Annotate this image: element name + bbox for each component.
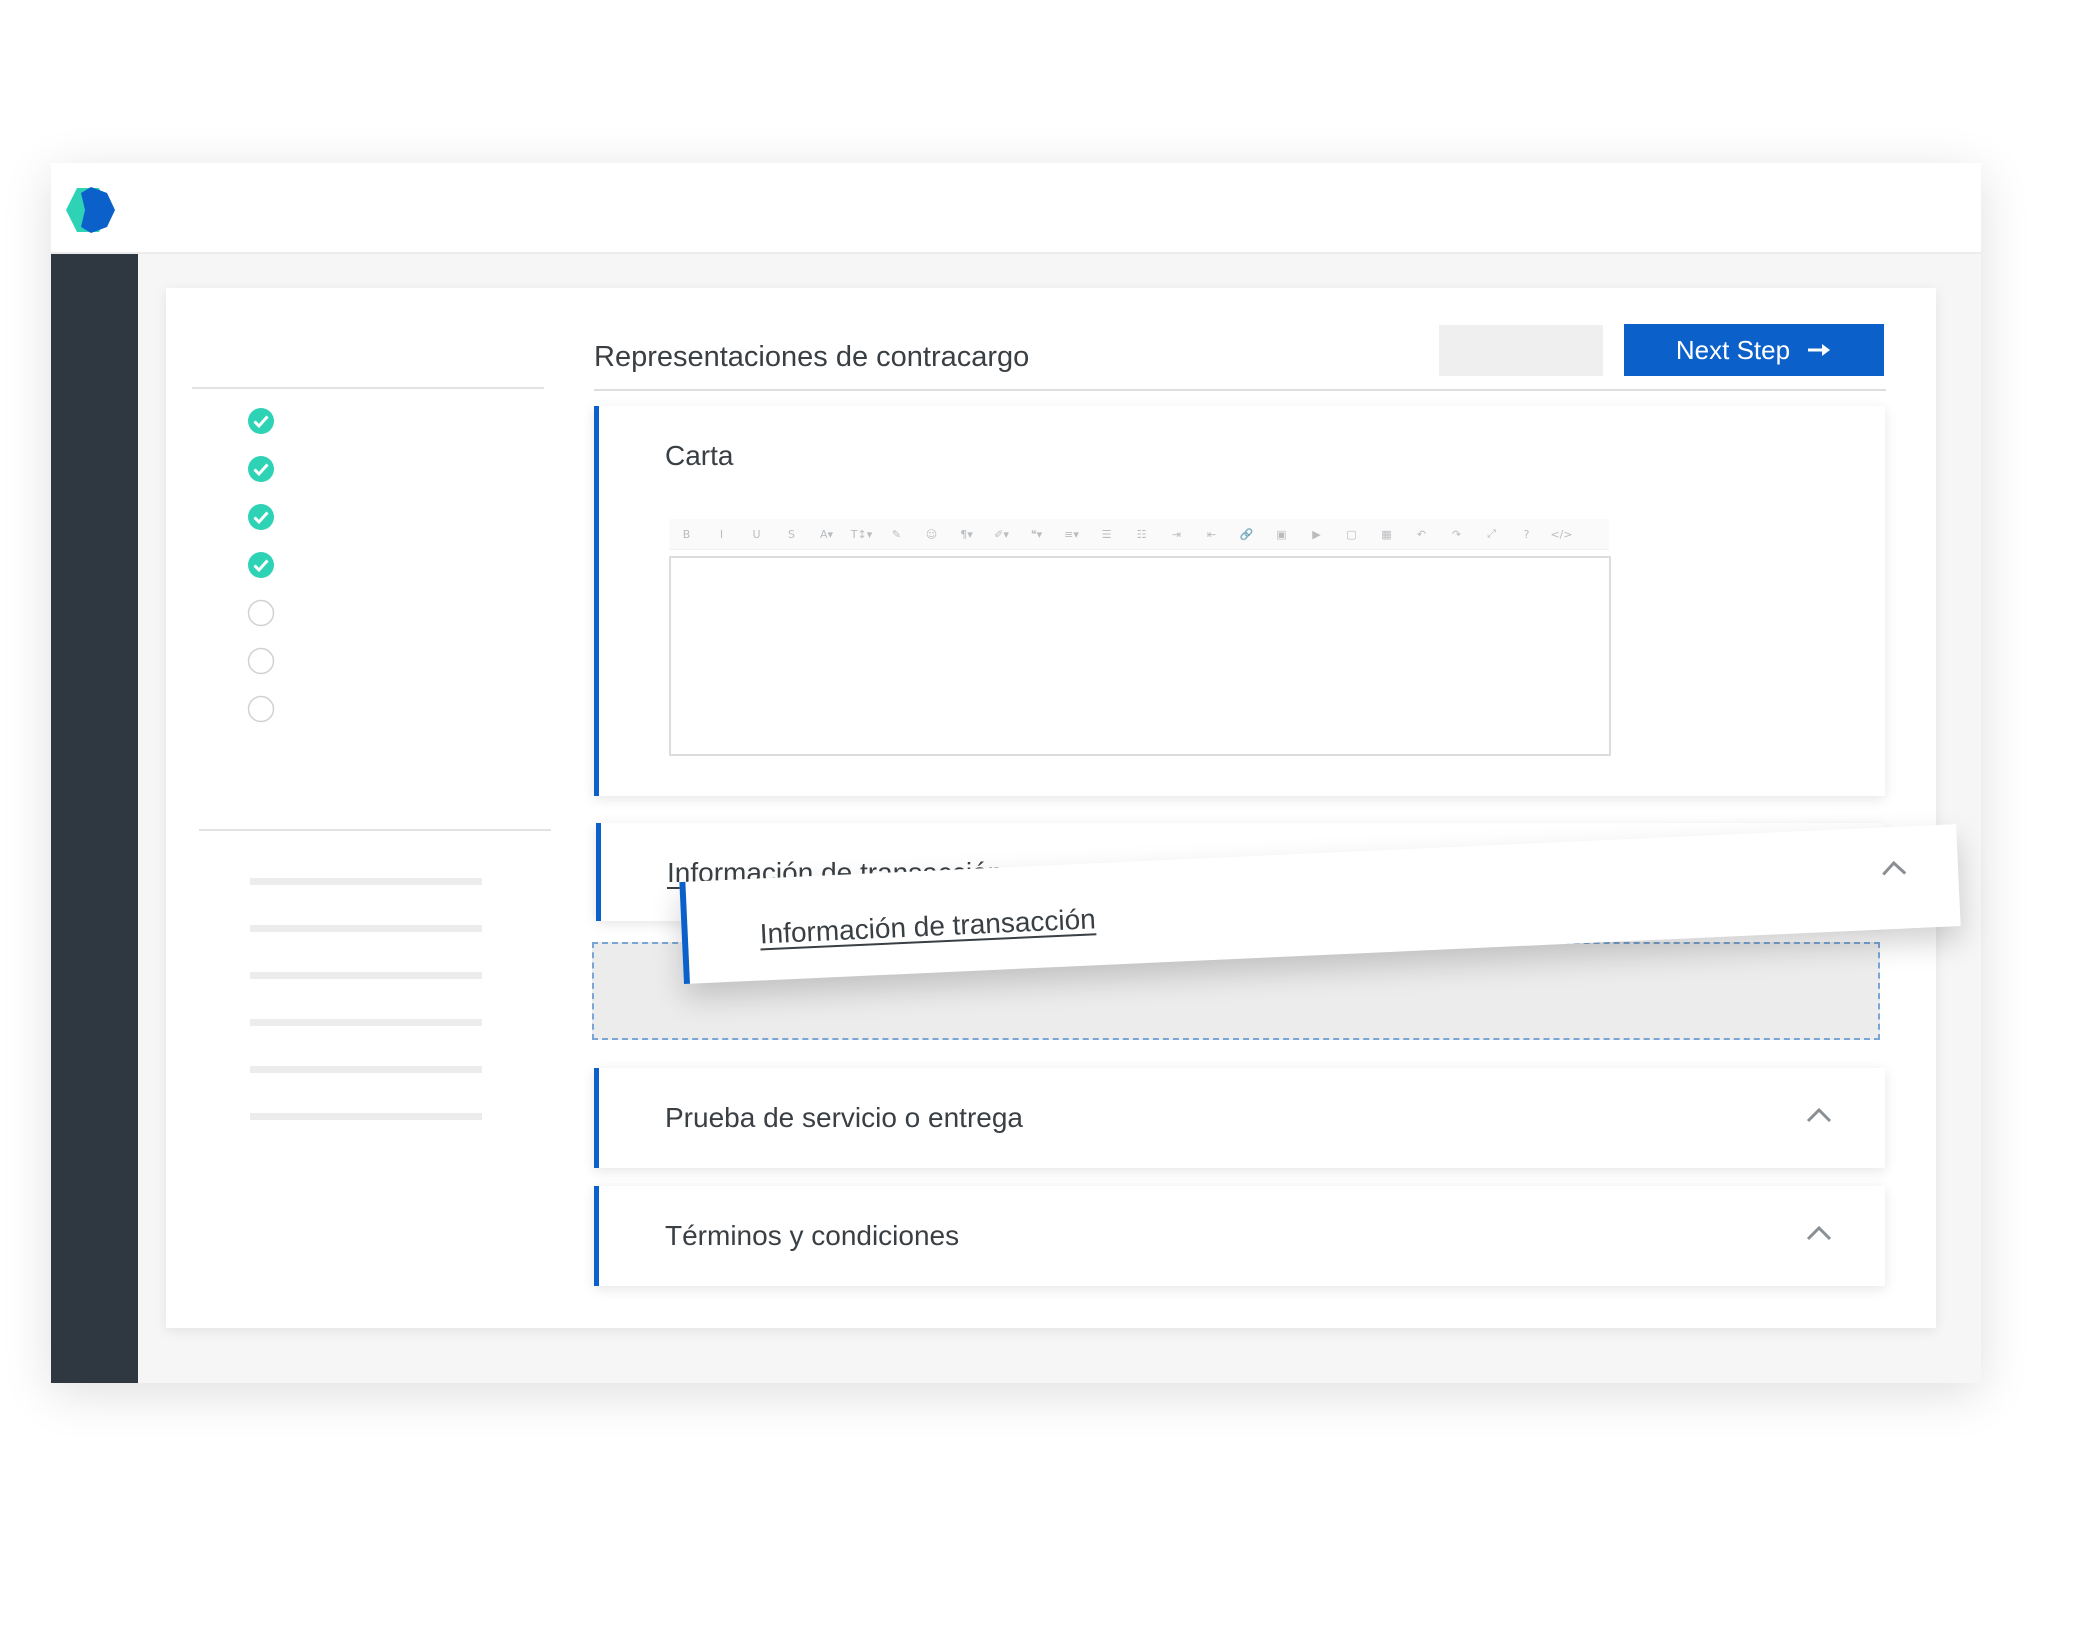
steps-list — [247, 407, 275, 743]
next-step-label: Next Step — [1675, 334, 1791, 365]
arrow-right-icon — [1808, 344, 1831, 356]
toolbar-button-7[interactable]: ✎ — [879, 528, 914, 541]
check-circle-icon — [248, 552, 274, 578]
top-bar — [51, 163, 1981, 254]
app-window: Representaciones de contracargo Next Ste… — [51, 163, 1981, 1383]
empty-circle-icon — [247, 599, 275, 627]
toolbar-button-3[interactable]: U — [739, 528, 774, 541]
placeholder-line — [250, 925, 482, 932]
toolbar-button-25[interactable]: ? — [1509, 528, 1544, 541]
empty-circle-icon — [247, 695, 275, 723]
step-1[interactable] — [247, 407, 275, 435]
placeholder-list — [250, 878, 482, 1160]
toolbar-button-21[interactable]: ▦ — [1369, 528, 1404, 541]
steps-divider — [192, 387, 544, 389]
section-prueba[interactable]: Prueba de servicio o entrega — [594, 1068, 1885, 1168]
toolbar-button-15[interactable]: ⇥ — [1159, 528, 1194, 541]
step-7[interactable] — [247, 695, 275, 723]
section-title: Carta — [665, 440, 734, 471]
check-circle-icon — [248, 504, 274, 530]
check-circle-icon — [248, 456, 274, 482]
step-2[interactable] — [247, 455, 275, 483]
steps-divider — [199, 829, 551, 831]
letter-editor[interactable] — [669, 556, 1611, 756]
toolbar-button-2[interactable]: I — [704, 528, 739, 541]
placeholder-line — [250, 1066, 482, 1073]
step-3[interactable] — [247, 503, 275, 531]
toolbar-button-18[interactable]: ▣ — [1264, 528, 1299, 541]
main-card: Representaciones de contracargo Next Ste… — [166, 288, 1961, 1328]
section-title: Información de transacción — [759, 903, 1097, 950]
empty-circle-icon — [247, 647, 275, 675]
secondary-button[interactable] — [1439, 325, 1603, 376]
toolbar-button-1[interactable]: B — [669, 528, 704, 541]
chevron-up-icon[interactable] — [1805, 1106, 1833, 1124]
editor-toolbar: B I U S A▾ T↕▾ ✎ ☺ ¶▾ ✐▾ ❝▾ ≡▾ ☰ ☷ ⇥ ⇤ 🔗 ▣ ▶ ▢ ▦ ↶ ↷ ⤢? </> — [669, 519, 1609, 550]
toolbar-button-19[interactable]: ▶ — [1299, 528, 1334, 541]
toolbar-button-26[interactable]: </> — [1544, 528, 1579, 541]
toolbar-button-8[interactable]: ☺ — [914, 528, 949, 541]
toolbar-button-10[interactable]: ✐▾ — [984, 528, 1019, 541]
check-circle-icon — [248, 408, 274, 434]
toolbar-button-23[interactable]: ↷ — [1439, 528, 1474, 541]
toolbar-button-4[interactable]: S — [774, 528, 809, 541]
placeholder-line — [250, 878, 482, 885]
toolbar-button-6[interactable]: T↕▾ — [844, 528, 879, 541]
title-divider — [594, 389, 1886, 391]
placeholder-line — [250, 1113, 482, 1120]
toolbar-button-20[interactable]: ▢ — [1334, 528, 1369, 541]
toolbar-button-17[interactable]: 🔗 — [1229, 528, 1264, 541]
section-title: Términos y condiciones — [665, 1220, 960, 1251]
hexagon-logo-icon[interactable] — [65, 185, 117, 235]
toolbar-button-14[interactable]: ☷ — [1124, 528, 1159, 541]
step-5[interactable] — [247, 599, 275, 627]
sidebar — [51, 254, 138, 1383]
next-step-button[interactable]: Next Step — [1624, 324, 1884, 376]
toolbar-button-13[interactable]: ☰ — [1089, 528, 1124, 541]
placeholder-line — [250, 972, 482, 979]
toolbar-button-5[interactable]: A▾ — [809, 528, 844, 541]
section-carta: Carta B I U S A▾ T↕▾ ✎ ☺ ¶▾ ✐▾ ❝▾ ≡▾ ☰ ☷ ⇥ ⇤ 🔗 ▣ ▶ ▢ ▦ ↶ ↷ ⤢? </… — [594, 406, 1885, 796]
toolbar-button-24[interactable]: ⤢ — [1474, 527, 1509, 541]
toolbar-button-11[interactable]: ❝▾ — [1019, 528, 1054, 541]
chevron-up-icon[interactable] — [1880, 858, 1909, 877]
section-title: Prueba de servicio o entrega — [665, 1102, 1023, 1133]
step-4[interactable] — [247, 551, 275, 579]
toolbar-button-9[interactable]: ¶▾ — [949, 528, 984, 541]
chevron-up-icon[interactable] — [1805, 1224, 1833, 1242]
step-6[interactable] — [247, 647, 275, 675]
placeholder-line — [250, 1019, 482, 1026]
toolbar-button-16[interactable]: ⇤ — [1194, 528, 1229, 541]
page-title: Representaciones de contracargo — [594, 341, 1030, 373]
section-terminos[interactable]: Términos y condiciones — [594, 1186, 1885, 1286]
toolbar-button-22[interactable]: ↶ — [1404, 528, 1439, 541]
toolbar-button-12[interactable]: ≡▾ — [1054, 528, 1089, 541]
